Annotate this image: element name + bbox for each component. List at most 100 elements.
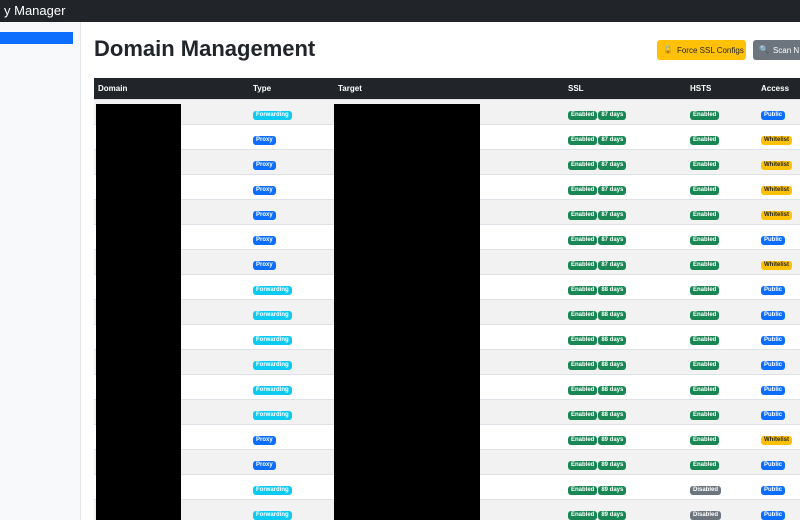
hsts-cell: Enabled [686, 149, 757, 174]
ssl-cell: Enabled 89 days [564, 449, 686, 474]
column-header-access[interactable]: Access [757, 78, 800, 99]
type-badge: Proxy [253, 460, 276, 470]
hsts-cell: Disabled [686, 474, 757, 499]
type-badge: Proxy [253, 235, 276, 245]
access-cell: Public [757, 274, 800, 299]
ssl-status-badge: Enabled [568, 435, 598, 445]
access-cell: Public [757, 99, 800, 124]
type-cell: Forwarding [249, 324, 334, 349]
sidebar-active-item[interactable] [0, 32, 73, 44]
ssl-expiry-badge: 87 days [598, 110, 627, 120]
ssl-cell: Enabled 87 days [564, 199, 686, 224]
type-cell: Forwarding [249, 474, 334, 499]
ssl-status-badge: Enabled [568, 460, 598, 470]
access-cell: Whitelist [757, 124, 800, 149]
hsts-cell: Disabled [686, 499, 757, 520]
column-header-ssl[interactable]: SSL [564, 78, 686, 99]
hsts-badge: Enabled [690, 410, 720, 420]
column-header-hsts[interactable]: HSTS [686, 78, 757, 99]
access-badge: Public [761, 235, 786, 245]
type-cell: Proxy [249, 224, 334, 249]
type-cell: Proxy [249, 174, 334, 199]
ssl-status-badge: Enabled [568, 235, 598, 245]
column-header-target[interactable]: Target [334, 78, 564, 99]
hsts-badge: Enabled [690, 460, 720, 470]
redacted-domain-column [96, 104, 181, 520]
hsts-badge: Enabled [690, 160, 720, 170]
type-badge: Proxy [253, 135, 276, 145]
type-cell: Forwarding [249, 99, 334, 124]
ssl-status-badge: Enabled [568, 135, 598, 145]
access-cell: Whitelist [757, 249, 800, 274]
access-badge: Public [761, 410, 786, 420]
access-badge: Whitelist [761, 260, 792, 270]
type-badge: Forwarding [253, 310, 292, 320]
ssl-cell: Enabled 87 days [564, 174, 686, 199]
app-title[interactable]: y Manager [4, 3, 65, 18]
access-cell: Public [757, 499, 800, 520]
ssl-expiry-badge: 88 days [598, 285, 627, 295]
hsts-cell: Enabled [686, 424, 757, 449]
type-badge: Forwarding [253, 410, 292, 420]
ssl-cell: Enabled 88 days [564, 274, 686, 299]
access-badge: Whitelist [761, 135, 792, 145]
type-cell: Forwarding [249, 299, 334, 324]
type-cell: Forwarding [249, 499, 334, 520]
hsts-badge: Enabled [690, 435, 720, 445]
type-badge: Proxy [253, 435, 276, 445]
ssl-expiry-badge: 89 days [598, 435, 627, 445]
hsts-badge: Enabled [690, 360, 720, 370]
type-badge: Proxy [253, 160, 276, 170]
access-badge: Public [761, 285, 786, 295]
type-cell: Proxy [249, 124, 334, 149]
ssl-cell: Enabled 88 days [564, 324, 686, 349]
hsts-cell: Enabled [686, 124, 757, 149]
ssl-status-badge: Enabled [568, 260, 598, 270]
ssl-status-badge: Enabled [568, 310, 598, 320]
hsts-badge: Disabled [690, 510, 722, 520]
hsts-cell: Enabled [686, 399, 757, 424]
type-badge: Forwarding [253, 510, 292, 520]
access-cell: Whitelist [757, 199, 800, 224]
ssl-status-badge: Enabled [568, 385, 598, 395]
hsts-badge: Enabled [690, 135, 720, 145]
ssl-status-badge: Enabled [568, 410, 598, 420]
ssl-expiry-badge: 87 days [598, 210, 627, 220]
access-badge: Public [761, 360, 786, 370]
hsts-badge: Enabled [690, 235, 720, 245]
ssl-cell: Enabled 87 days [564, 124, 686, 149]
ssl-cell: Enabled 88 days [564, 374, 686, 399]
type-badge: Proxy [253, 185, 276, 195]
column-header-domain[interactable]: Domain [94, 78, 249, 99]
access-cell: Whitelist [757, 424, 800, 449]
type-cell: Proxy [249, 199, 334, 224]
ssl-expiry-badge: 88 days [598, 385, 627, 395]
hsts-cell: Enabled [686, 324, 757, 349]
access-cell: Public [757, 474, 800, 499]
hsts-badge: Enabled [690, 110, 720, 120]
type-cell: Forwarding [249, 399, 334, 424]
ssl-cell: Enabled 89 days [564, 474, 686, 499]
hsts-cell: Enabled [686, 299, 757, 324]
ssl-status-badge: Enabled [568, 185, 598, 195]
type-badge: Forwarding [253, 360, 292, 370]
force-ssl-configs-label: Force SSL Configs [676, 45, 744, 55]
scan-label: Scan N [772, 45, 800, 55]
ssl-status-badge: Enabled [568, 210, 598, 220]
ssl-expiry-badge: 88 days [598, 310, 627, 320]
scan-button[interactable]: 🔍 Scan N [753, 40, 800, 60]
force-ssl-configs-button[interactable]: 🔒 Force SSL Configs [657, 40, 746, 60]
hsts-cell: Enabled [686, 274, 757, 299]
type-badge: Forwarding [253, 285, 292, 295]
hsts-cell: Enabled [686, 174, 757, 199]
access-badge: Public [761, 335, 786, 345]
lock-icon: 🔒 [663, 45, 673, 54]
ssl-cell: Enabled 87 days [564, 249, 686, 274]
type-cell: Forwarding [249, 349, 334, 374]
table-header-row: Domain Type Target SSL HSTS Access [94, 78, 800, 99]
access-cell: Public [757, 324, 800, 349]
column-header-type[interactable]: Type [249, 78, 334, 99]
ssl-status-badge: Enabled [568, 285, 598, 295]
page-title: Domain Management [94, 36, 316, 61]
hsts-cell: Enabled [686, 224, 757, 249]
